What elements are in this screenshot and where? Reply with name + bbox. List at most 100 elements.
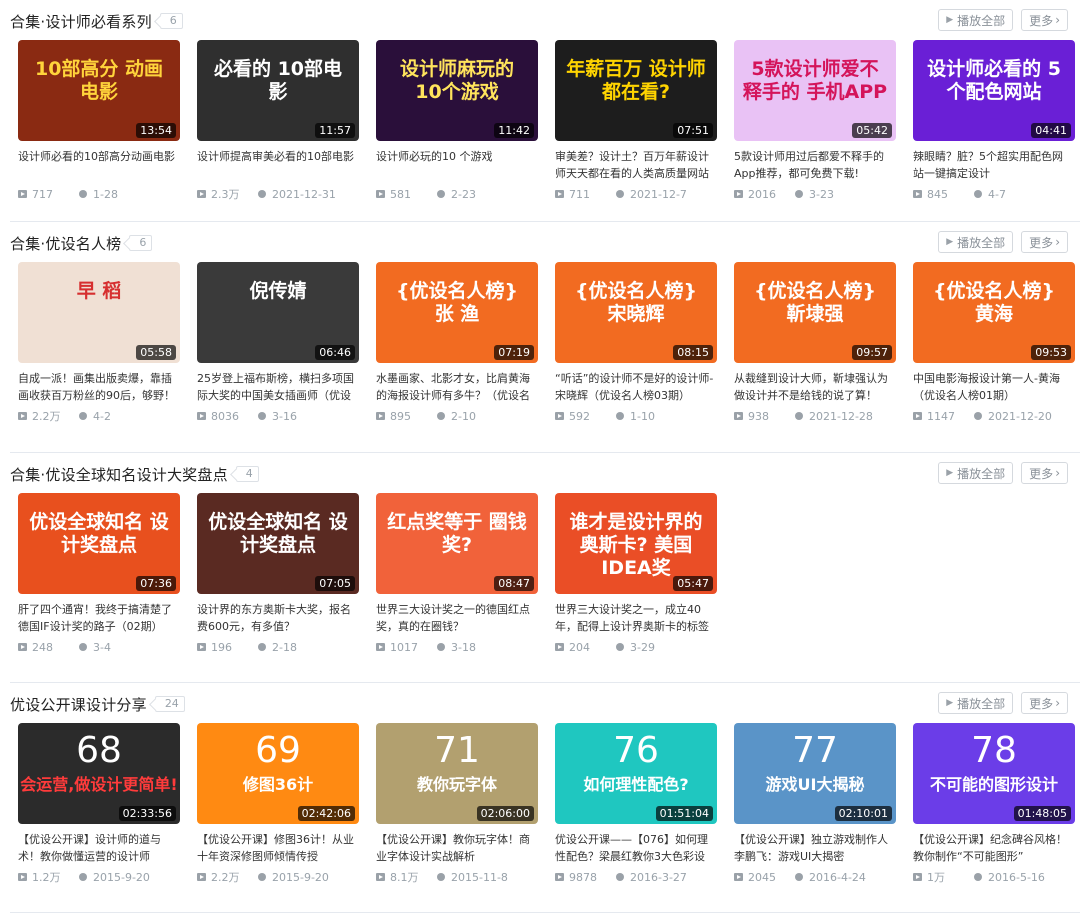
video-thumbnail[interactable]: 红点奖等于 圈钱奖? 08:47 [376, 493, 538, 594]
video-title[interactable]: 肝了四个通宵！我终于搞清楚了德国IF设计奖的路子（02期） [18, 601, 178, 635]
play-count-icon [18, 412, 27, 420]
section-header: 优设公开课设计分享 24 [10, 691, 185, 717]
clock-icon [437, 643, 445, 651]
video-card[interactable]: 设计师麻玩的 10个游戏 11:42 设计师必玩的10 个游戏 581 2-23 [376, 40, 538, 201]
video-title[interactable]: 【优设公开课】设计师的道与术！教你做懂运营的设计师 [18, 831, 178, 865]
video-card[interactable]: 5款设计师爱不释手的 手机APP 05:42 5款设计师用过后都爱不释手的App推荐… [734, 40, 896, 201]
video-title[interactable]: 【优设公开课】独立游戏制作人李鹏飞：游戏UI大揭密 [734, 831, 894, 865]
more-label: 更多 [1029, 696, 1054, 711]
video-thumbnail[interactable]: {优设名人榜} 靳埭强 09:57 [734, 262, 896, 363]
upload-date-value: 2-10 [451, 409, 476, 423]
video-card[interactable]: {优设名人榜} 宋晓辉 08:15 “听话”的设计师不是好的设计师-宋晓辉（优设名人… [555, 262, 717, 423]
play-all-button[interactable]: ▶ 播放全部 [938, 462, 1014, 484]
video-thumbnail[interactable]: 优设全球知名 设计奖盘点 07:36 [18, 493, 180, 594]
video-card[interactable]: 10部高分 动画电影 13:54 设计师必看的10部高分动画电影 717 1-28 [18, 40, 180, 201]
video-title[interactable]: 设计界的东方奥斯卡大奖，报名费600元，有多值？ [197, 601, 357, 635]
video-card[interactable]: 77 游戏UI大揭秘 02:10:01 【优设公开课】独立游戏制作人李鹏飞：游戏UI大… [734, 723, 896, 884]
play-all-button[interactable]: ▶ 播放全部 [938, 231, 1014, 253]
video-title[interactable]: 设计师提高审美必看的10部电影 [197, 148, 357, 182]
video-thumbnail[interactable]: {优设名人榜} 宋晓辉 08:15 [555, 262, 717, 363]
video-card[interactable]: 谁才是设计界的奥斯卡? 美国IDEA奖 05:47 世界三大设计奖之一，成立40年，… [555, 493, 717, 654]
video-thumbnail[interactable]: 77 游戏UI大揭秘 02:10:01 [734, 723, 896, 824]
video-card[interactable]: 76 如何理性配色? 01:51:04 优设公开课——【076】如何理性配色？梁晨红教… [555, 723, 717, 884]
video-card[interactable]: 68 会运营,做设计更简单! 02:33:56 【优设公开课】设计师的道与术！教你做懂… [18, 723, 180, 884]
more-button[interactable]: 更多 › [1021, 692, 1068, 714]
video-card[interactable]: 71 教你玩字体 02:06:00 【优设公开课】教你玩字体！商业字体设计实战解析 8.… [376, 723, 538, 884]
video-card[interactable]: 优设全球知名 设计奖盘点 07:05 设计界的东方奥斯卡大奖，报名费600元，有多值… [197, 493, 359, 654]
thumbnail-text: {优设名人榜} 张 渔 [395, 280, 519, 325]
video-card[interactable]: {优设名人榜} 靳埭强 09:57 从裁缝到设计大师，靳埭强认为做设计并不是给钱的说… [734, 262, 896, 423]
video-card[interactable]: 年薪百万 设计师都在看? 07:51 审美差？设计土？百万年薪设计师天天都在看的人类… [555, 40, 717, 201]
video-card-list: 优设全球知名 设计奖盘点 07:36 肝了四个通宵！我终于搞清楚了德国IF设计奖的路… [18, 493, 734, 654]
video-title[interactable]: 5款设计师用过后都爱不释手的App推荐，都可免费下载! [734, 148, 894, 182]
video-thumbnail[interactable]: 谁才是设计界的奥斯卡? 美国IDEA奖 05:47 [555, 493, 717, 594]
video-card[interactable]: 红点奖等于 圈钱奖? 08:47 世界三大设计奖之一的德国红点奖，真的在圈钱？ 101… [376, 493, 538, 654]
video-thumbnail[interactable]: 5款设计师爱不释手的 手机APP 05:42 [734, 40, 896, 141]
video-thumbnail[interactable]: 69 修图36计 02:42:06 [197, 723, 359, 824]
video-title[interactable]: “听话”的设计师不是好的设计师-宋晓辉（优设名人榜03期） [555, 370, 715, 404]
video-title[interactable]: 审美差？设计土？百万年薪设计师天天都在看的人类高质量网站 [555, 148, 715, 182]
video-card[interactable]: 设计师必看的 5个配色网站 04:41 辣眼睛？脏？5个超实用配色网站一键搞定设计 8… [913, 40, 1075, 201]
video-thumbnail[interactable]: 优设全球知名 设计奖盘点 07:05 [197, 493, 359, 594]
play-all-button[interactable]: ▶ 播放全部 [938, 692, 1014, 714]
play-count: 1万 [913, 869, 974, 885]
course-number: 78 [971, 730, 1017, 771]
play-count-icon [734, 873, 743, 881]
video-title[interactable]: 自成一派！画集出版卖爆，靠插画收获百万粉丝的90后，够野！ [18, 370, 178, 404]
video-card[interactable]: {优设名人榜} 黄海 09:53 中国电影海报设计第一人-黄海（优设名人榜01期） 1… [913, 262, 1075, 423]
video-card[interactable]: 优设全球知名 设计奖盘点 07:36 肝了四个通宵！我终于搞清楚了德国IF设计奖的路… [18, 493, 180, 654]
thumbnail-text: {优设名人榜} 宋晓辉 [574, 280, 698, 325]
video-thumbnail[interactable]: {优设名人榜} 张 渔 07:19 [376, 262, 538, 363]
upload-date-value: 2-18 [272, 640, 297, 654]
video-thumbnail[interactable]: {优设名人榜} 黄海 09:53 [913, 262, 1075, 363]
video-title[interactable]: 25岁登上福布斯榜，横扫多项国际大奖的中国美女插画师（优设名人 [197, 370, 357, 404]
video-card[interactable]: 早 稻 05:58 自成一派！画集出版卖爆，靠插画收获百万粉丝的90后，够野！ 2.2… [18, 262, 180, 423]
more-button[interactable]: 更多 › [1021, 231, 1068, 253]
video-title[interactable]: 世界三大设计奖之一的德国红点奖，真的在圈钱？ [376, 601, 536, 635]
video-thumbnail[interactable]: 倪传婧 06:46 [197, 262, 359, 363]
play-count-icon [734, 412, 743, 420]
more-button[interactable]: 更多 › [1021, 462, 1068, 484]
video-title[interactable]: 【优设公开课】修图36计！从业十年资深修图师倾情传授 [197, 831, 357, 865]
video-title[interactable]: 水墨画家、北影才女，比肩黄海的海报设计师有多牛？（优设名人榜 [376, 370, 536, 404]
section-title[interactable]: 合集·优设名人榜 [10, 233, 121, 254]
video-thumbnail[interactable]: 10部高分 动画电影 13:54 [18, 40, 180, 141]
collection-section: 优设公开课设计分享 24 ▶ 播放全部 更多 › 68 会运营,做设计更简单! 02:33:5… [10, 683, 1080, 913]
play-count-value: 711 [569, 187, 590, 201]
play-count-value: 581 [390, 187, 411, 201]
play-all-button[interactable]: ▶ 播放全部 [938, 9, 1014, 31]
video-thumbnail[interactable]: 71 教你玩字体 02:06:00 [376, 723, 538, 824]
video-title[interactable]: 设计师必看的10部高分动画电影 [18, 148, 178, 182]
video-thumbnail[interactable]: 设计师必看的 5个配色网站 04:41 [913, 40, 1075, 141]
video-title[interactable]: 设计师必玩的10 个游戏 [376, 148, 536, 182]
more-button[interactable]: 更多 › [1021, 9, 1068, 31]
video-title[interactable]: 【优设公开课】教你玩字体！商业字体设计实战解析 [376, 831, 536, 865]
video-title[interactable]: 优设公开课——【076】如何理性配色？梁晨红教你3大色彩设计法则 [555, 831, 715, 865]
video-thumbnail[interactable]: 早 稻 05:58 [18, 262, 180, 363]
video-card[interactable]: 69 修图36计 02:42:06 【优设公开课】修图36计！从业十年资深修图师倾情传… [197, 723, 359, 884]
section-title[interactable]: 优设公开课设计分享 [10, 694, 147, 715]
play-count: 1.2万 [18, 869, 79, 885]
play-all-label: 播放全部 [957, 235, 1006, 250]
section-title[interactable]: 合集·优设全球知名设计大奖盘点 [10, 464, 228, 485]
video-thumbnail[interactable]: 76 如何理性配色? 01:51:04 [555, 723, 717, 824]
video-card[interactable]: 必看的 10部电影 11:57 设计师提高审美必看的10部电影 2.3万 2021-12… [197, 40, 359, 201]
video-title[interactable]: 从裁缝到设计大师，靳埭强认为做设计并不是给钱的说了算！（优设 [734, 370, 894, 404]
video-title[interactable]: 【优设公开课】纪念碑谷风格！教你制作“不可能图形” [913, 831, 1073, 865]
video-thumbnail[interactable]: 设计师麻玩的 10个游戏 11:42 [376, 40, 538, 141]
upload-date-value: 2021-12-7 [630, 187, 687, 201]
section-count-badge: 6 [129, 235, 153, 251]
section-title[interactable]: 合集·设计师必看系列 [10, 11, 152, 32]
chevron-right-icon: › [1055, 466, 1060, 480]
video-title[interactable]: 世界三大设计奖之一，成立40年，配得上设计界奥斯卡的标签吗？ [555, 601, 715, 635]
video-title[interactable]: 辣眼睛？脏？5个超实用配色网站一键搞定设计 [913, 148, 1073, 182]
video-thumbnail[interactable]: 78 不可能的图形设计 01:48:05 [913, 723, 1075, 824]
video-thumbnail[interactable]: 年薪百万 设计师都在看? 07:51 [555, 40, 717, 141]
video-card[interactable]: 倪传婧 06:46 25岁登上福布斯榜，横扫多项国际大奖的中国美女插画师（优设名人 8… [197, 262, 359, 423]
play-all-label: 播放全部 [957, 466, 1006, 481]
video-title[interactable]: 中国电影海报设计第一人-黄海（优设名人榜01期） [913, 370, 1073, 404]
video-thumbnail[interactable]: 68 会运营,做设计更简单! 02:33:56 [18, 723, 180, 824]
video-thumbnail[interactable]: 必看的 10部电影 11:57 [197, 40, 359, 141]
video-card[interactable]: {优设名人榜} 张 渔 07:19 水墨画家、北影才女，比肩黄海的海报设计师有多牛？… [376, 262, 538, 423]
video-card[interactable]: 78 不可能的图形设计 01:48:05 【优设公开课】纪念碑谷风格！教你制作“不可能… [913, 723, 1075, 884]
